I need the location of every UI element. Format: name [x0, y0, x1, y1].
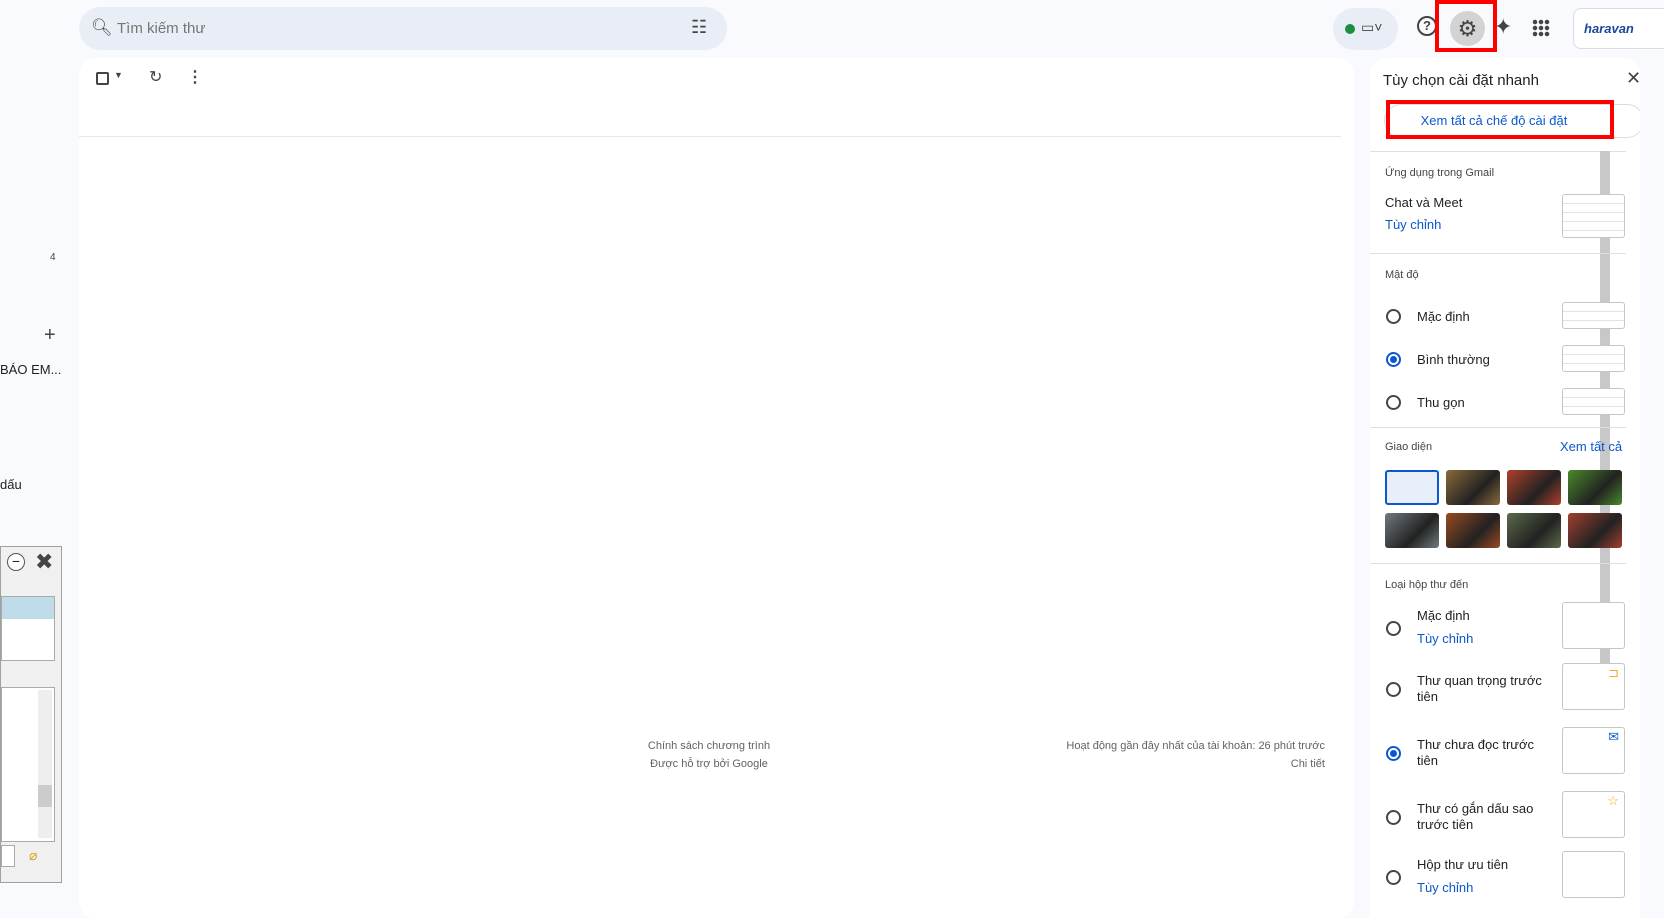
last-activity: Hoạt động gần đây nhất của tài khoản: 26… — [1066, 740, 1325, 752]
density-label: Mặc định — [1417, 309, 1470, 324]
powered-by: Được hỗ trợ bởi Google — [650, 758, 768, 770]
density-option[interactable]: Mặc định — [1370, 302, 1625, 332]
search-bar[interactable]: 🔍︎ ☷ — [79, 7, 727, 50]
search-input[interactable] — [117, 7, 677, 50]
popup-window: − ✖ ⌀ — [0, 546, 62, 883]
sidebar-label[interactable]: BÁO EM... — [0, 362, 61, 377]
minimize-icon[interactable]: − — [7, 553, 25, 571]
inbox-type-option[interactable]: Thư có gắn dấu sao trước tiên ☆ — [1370, 791, 1625, 845]
apps-grid-icon[interactable] — [1532, 19, 1550, 37]
inbox-type-label: Thư quan trọng trước tiên — [1417, 673, 1542, 704]
sidebar-label[interactable]: dấu — [0, 477, 22, 492]
tune-icon[interactable]: ☷ — [691, 17, 707, 38]
see-all-themes-link[interactable]: Xem tất cả — [1560, 439, 1622, 454]
density-thumbnail — [1562, 388, 1625, 415]
program-policy-link[interactable]: Chính sách chương trình — [639, 737, 779, 755]
density-label: Bình thường — [1417, 352, 1490, 367]
inbox-type-label: Thư có gắn dấu sao trước tiên — [1417, 801, 1534, 832]
inbox-type-label: Mặc định — [1417, 608, 1470, 623]
density-thumbnail — [1562, 302, 1625, 329]
radio-button[interactable] — [1386, 682, 1401, 697]
theme-thumbnail[interactable] — [1446, 470, 1500, 505]
theme-thumbnail[interactable] — [1568, 513, 1622, 548]
inbox-type-option[interactable]: Mặc định Tùy chỉnh — [1370, 602, 1625, 656]
inbox-thumbnail: ☆ — [1562, 791, 1625, 838]
inbox-type-label: Hộp thư ưu tiên — [1417, 857, 1509, 872]
chat-meet-label: Chat và Meet — [1385, 195, 1463, 210]
inbox-thumbnail — [1562, 602, 1625, 649]
text-area[interactable] — [1, 687, 55, 842]
help-icon[interactable]: ? — [1417, 16, 1437, 36]
section-heading: Mật độ — [1385, 269, 1419, 281]
close-icon[interactable]: ✕ — [1626, 68, 1640, 89]
section-heading: Loại hộp thư đến — [1385, 579, 1469, 591]
density-option[interactable]: Bình thường — [1370, 345, 1625, 375]
inbox-type-label: Thư chưa đọc trước tiên — [1417, 737, 1534, 768]
quick-settings-panel: Tùy chọn cài đặt nhanh ✕ Xem tất cả chế … — [1370, 58, 1640, 918]
theme-thumbnail[interactable] — [1507, 513, 1561, 548]
theme-thumbnail[interactable] — [1385, 513, 1439, 548]
inbox-type-icon: ☆ — [1607, 793, 1619, 808]
panel-title: Tùy chọn cài đặt nhanh — [1383, 72, 1539, 89]
account-button[interactable]: haravan — [1573, 8, 1664, 49]
inbox-type-icon: ✉ — [1608, 729, 1619, 744]
search-icon[interactable]: 🔍︎ — [91, 18, 113, 38]
status-dot-icon — [1345, 24, 1355, 34]
checkbox-icon[interactable] — [96, 72, 109, 85]
divider — [79, 136, 1341, 137]
density-option[interactable]: Thu gọn — [1370, 388, 1625, 418]
inbox-type-option[interactable]: Thư quan trọng trước tiên ⊐ — [1370, 663, 1625, 717]
radio-button[interactable] — [1386, 810, 1401, 825]
inbox-thumbnail: ⊐ — [1562, 663, 1625, 710]
theme-thumbnail[interactable] — [1507, 470, 1561, 505]
customize-inbox-link[interactable]: Tùy chỉnh — [1417, 631, 1473, 646]
haravan-logo: haravan — [1584, 21, 1634, 36]
section-heading: Giao diện — [1385, 441, 1433, 453]
scrollbar[interactable] — [38, 690, 52, 838]
theme-thumbnail[interactable] — [1446, 513, 1500, 548]
calendar-icon: ▭˅ — [1361, 19, 1383, 35]
list-box[interactable] — [1, 596, 55, 661]
inbox-thumbnail — [1562, 851, 1625, 898]
details-link[interactable]: Chi tiết — [979, 755, 1325, 773]
refresh-icon[interactable]: ↻ — [149, 67, 162, 87]
inbox-thumbnail: ✉ — [1562, 727, 1625, 774]
radio-button[interactable] — [1386, 395, 1401, 410]
highlight-box — [1386, 100, 1614, 139]
add-label-icon[interactable]: + — [44, 324, 56, 347]
inbox-type-option[interactable]: Hộp thư ưu tiên Tùy chỉnh — [1370, 851, 1625, 905]
customize-chat-link[interactable]: Tùy chỉnh — [1385, 217, 1441, 232]
more-vert-icon[interactable]: ⋮ — [187, 67, 203, 87]
unread-count: 4 — [50, 252, 56, 263]
mail-list-card: ▼ ↻ ⋮ Chính sách chương trình Được hỗ tr… — [79, 58, 1354, 918]
sparkle-icon[interactable]: ✦ — [1494, 14, 1512, 40]
customize-inbox-link[interactable]: Tùy chỉnh — [1417, 880, 1473, 895]
status-pill[interactable]: ▭˅ — [1333, 8, 1398, 50]
theme-thumbnail[interactable] — [1385, 470, 1439, 505]
inbox-type-option[interactable]: Thư chưa đọc trước tiên ✉ — [1370, 727, 1625, 781]
input-field[interactable] — [1, 845, 15, 867]
radio-button[interactable] — [1386, 352, 1401, 367]
radio-button[interactable] — [1386, 870, 1401, 885]
radio-button[interactable] — [1386, 309, 1401, 324]
inbox-type-icon: ⊐ — [1608, 665, 1619, 680]
radio-button[interactable] — [1386, 621, 1401, 636]
radio-button[interactable] — [1386, 746, 1401, 761]
gear-icon: ⚙ — [1457, 16, 1478, 41]
density-label: Thu gọn — [1417, 395, 1465, 410]
theme-thumbnail[interactable] — [1568, 470, 1622, 505]
attachment-icon[interactable]: ⌀ — [29, 847, 37, 864]
section-heading: Ứng dụng trong Gmail — [1385, 167, 1495, 179]
chat-preview-thumbnail — [1562, 194, 1625, 238]
caret-down-icon[interactable]: ▼ — [114, 70, 123, 80]
settings-gear-button[interactable]: ⚙ — [1450, 11, 1485, 46]
close-icon[interactable]: ✖ — [35, 549, 53, 575]
density-thumbnail — [1562, 345, 1625, 372]
